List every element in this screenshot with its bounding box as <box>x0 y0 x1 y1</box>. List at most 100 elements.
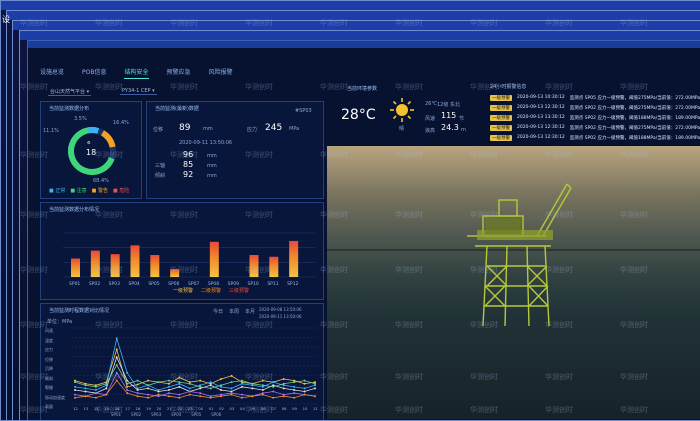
trend-y-label: 温度 <box>45 337 53 343</box>
alarm-message: 监测点 SP02 应力一级预警，阈值275MPa/当前值：272.00MPa <box>569 126 700 131</box>
subval-1: 96 <box>183 150 194 159</box>
subunit-1: mm <box>207 153 217 159</box>
trend-legend: SP01 SP02 SP03 SP04 SP05 SP06 <box>111 412 221 417</box>
trend-y-label: 沉降 <box>45 366 53 371</box>
x-tick-label: 23 <box>188 406 193 410</box>
platform-photo <box>327 146 700 419</box>
x-tick-label: 11 <box>313 406 318 410</box>
series-point <box>199 395 202 398</box>
series-point <box>115 356 118 359</box>
series-point <box>74 385 76 388</box>
series-point <box>147 384 150 387</box>
series-point <box>157 390 160 393</box>
alarm-row[interactable]: 一级预警 2020-09-13 12:30:12 监测点 SP02 应力一级预警，阈… <box>490 125 700 131</box>
bar-legend: 一级预警 二级预警 三级预警 <box>173 287 249 294</box>
x-tick-label: 02 <box>219 406 224 410</box>
series-point <box>136 383 139 386</box>
series-point <box>178 376 181 379</box>
trend-date-from[interactable]: 2020-09-08 13:50:06 <box>259 307 301 312</box>
trend-y-label: 风速 <box>45 328 53 333</box>
bar-tick-label: SP05 <box>148 281 159 287</box>
alarm-row[interactable]: 一级预警 2020-09-13 12:30:12 监测点 SP02 应力一级预警，阈… <box>490 135 700 141</box>
health-panel: 当前监测数据分布 ⚙ 18 3.5% 16.4% 11.1% 68.4% ■ 正… <box>40 101 142 199</box>
tab-overview[interactable]: 设施总览 <box>40 67 64 79</box>
trend-legend-4: SP04 <box>171 412 182 417</box>
tower-select[interactable]: PY34-1 CEP ▾ <box>120 88 157 95</box>
series-point <box>220 384 223 387</box>
wave-label: 浪高 <box>425 128 436 134</box>
tab-risk-alarm[interactable]: 风险报警 <box>209 67 233 79</box>
series-point <box>240 393 243 396</box>
weather-item-1: 26℃ <box>425 101 437 107</box>
trend-y-label: 位移 <box>45 356 53 362</box>
series-point <box>293 381 296 384</box>
trend-y-label: 应力 <box>45 347 53 352</box>
series-point <box>115 379 118 382</box>
series-point <box>261 393 264 396</box>
sun-icon <box>390 98 414 122</box>
bar-SP06 <box>170 269 180 277</box>
weather-sky: 晴 <box>399 126 405 132</box>
legend-warning: ■ 警告 <box>91 188 108 194</box>
alarm-message: 监测点 SP02 应力一级预警，阈值275MPa/当前值：272.00MPa <box>569 106 700 111</box>
platform-select[interactable]: 台山天然气平台 ▾ <box>48 88 92 96</box>
series-point <box>188 393 191 396</box>
weather-temp: 28°C <box>341 107 376 123</box>
tab-warning[interactable]: 预警应急 <box>167 67 191 79</box>
x-tick-label: 22 <box>177 406 182 410</box>
pct-top-right: 16.4% <box>113 120 129 126</box>
series-point <box>157 381 160 384</box>
tab-structure-safety[interactable]: 结构安全 <box>124 67 149 79</box>
subval-3: 92 <box>183 170 194 179</box>
filter-today[interactable]: 今日 <box>213 308 223 315</box>
title-bar <box>28 41 700 48</box>
series-point <box>282 387 285 390</box>
weather-panel: 当前环境参数 28°C 晴 26℃ 12级 东北 风速 115 节 浪高 24.… <box>329 85 479 145</box>
series-point <box>251 395 254 398</box>
tab-pob[interactable]: POB信息 <box>82 67 106 79</box>
alarm-row[interactable]: 一级预警 2020-09-13 13:30:12 监测点 SP02 应力一级预警，阈… <box>490 115 700 121</box>
x-tick-label: 18 <box>136 406 141 410</box>
x-tick-label: 12 <box>73 406 78 410</box>
series-point <box>84 387 87 390</box>
legend-normal: ■ 正常 <box>49 188 66 194</box>
series-point <box>147 387 150 390</box>
alarm-time: 2020-09-13 12:30:12 <box>517 125 565 130</box>
series-point <box>74 381 76 384</box>
alarm-message: 监测点 SP02 应力一级预警，阈值188MPa/当前值：189.00MPa <box>569 136 700 141</box>
series-point <box>261 388 264 391</box>
filter-week[interactable]: 本周 <box>229 308 239 315</box>
series-point <box>303 379 306 382</box>
latest-title: 当前监测(最新)数据 <box>155 106 199 112</box>
alarm-level-badge: 一级预警 <box>490 95 512 101</box>
alarm-level-badge: 一级预警 <box>490 105 512 111</box>
series-point <box>115 337 118 340</box>
series-point <box>272 390 275 393</box>
trend-legend-3: SP03 <box>151 412 162 417</box>
series-point <box>94 388 97 391</box>
series-point <box>209 384 212 387</box>
bar-tick-label: SP12 <box>287 281 298 287</box>
series-point <box>220 395 223 398</box>
x-tick-label: 09 <box>292 406 297 410</box>
subval-2: 85 <box>183 160 194 169</box>
bar-tick-label: SP10 <box>248 281 259 287</box>
series-point <box>272 396 275 399</box>
filter-month[interactable]: 本月 <box>245 308 255 315</box>
wind-unit: 节 <box>459 116 465 122</box>
series-point <box>167 392 170 395</box>
trend-chart-panel: 当前监测时程数据对比情况 今日 本周 本月 2020-09-08 13:50:0… <box>40 303 324 420</box>
alarm-row[interactable]: 一级预警 2020-09-13 12:30:12 监测点 SP02 应力一级预警，阈… <box>490 105 700 111</box>
trend-legend-2: SP02 <box>131 412 142 417</box>
alarm-row[interactable]: 一级预警 2020-09-13 10:30:12 监测点 SP05 应力一级预警，阈… <box>490 95 700 101</box>
wave-value: 24.3 <box>441 123 459 132</box>
alarm-time: 2020-09-13 12:30:12 <box>517 135 565 140</box>
displacement-unit: mm <box>203 126 213 132</box>
trend-date-to[interactable]: 2020-09-11 13:50:06 <box>259 314 301 319</box>
series-point <box>220 388 223 391</box>
subunit-3: mm <box>207 173 217 179</box>
x-tick-label: 19 <box>146 406 151 410</box>
alarm-message: 监测点 SP02 应力一级预警，阈值188MPa/当前值：189.00MPa <box>569 116 700 121</box>
series-point <box>84 390 87 393</box>
series-point <box>136 379 139 382</box>
